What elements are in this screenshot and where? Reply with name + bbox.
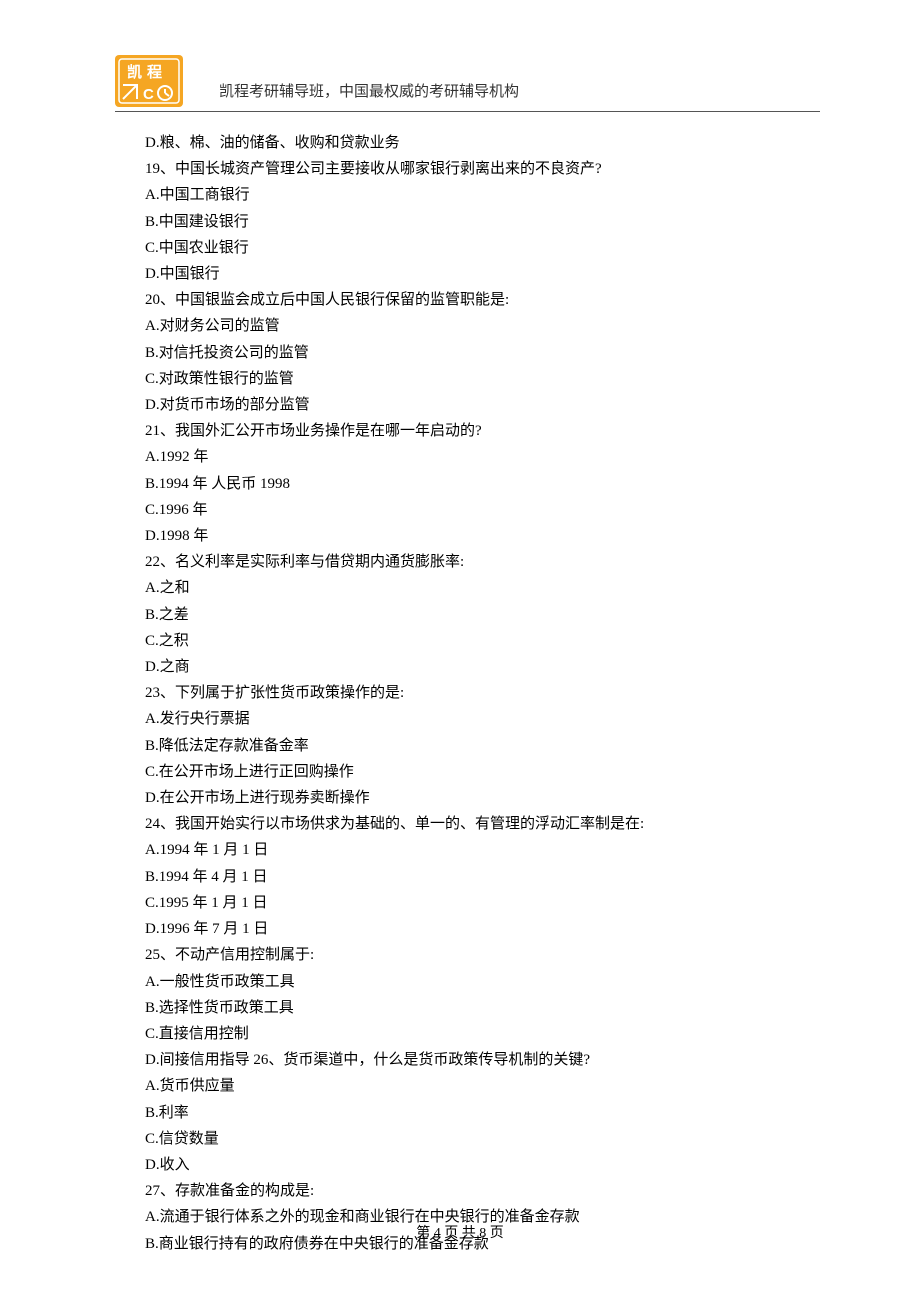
text-line: A.1992 年 <box>145 444 820 470</box>
text-line: A.之和 <box>145 575 820 601</box>
text-line: D.间接信用指导 26、货币渠道中，什么是货币政策传导机制的关键? <box>145 1047 820 1073</box>
text-line: 27、存款准备金的构成是: <box>145 1178 820 1204</box>
text-line: 19、中国长城资产管理公司主要接收从哪家银行剥离出来的不良资产? <box>145 156 820 182</box>
text-line: C.之积 <box>145 628 820 654</box>
svg-text:凯: 凯 <box>127 63 142 81</box>
text-line: 23、下列属于扩张性货币政策操作的是: <box>145 680 820 706</box>
text-line: D.1998 年 <box>145 523 820 549</box>
page-footer: 第 4 页 共 8 页 <box>0 1222 920 1242</box>
text-line: C.在公开市场上进行正回购操作 <box>145 759 820 785</box>
page-number: 第 4 页 共 8 页 <box>416 1226 504 1241</box>
text-line: D.之商 <box>145 654 820 680</box>
text-line: D.收入 <box>145 1152 820 1178</box>
text-line: A.1994 年 1 月 1 日 <box>145 837 820 863</box>
svg-text:程: 程 <box>147 64 162 81</box>
page-header: 凯 程 C 凯程考研辅导班，中国最权威的考研辅导机构 <box>0 55 920 111</box>
text-line: 21、我国外汇公开市场业务操作是在哪一年启动的? <box>145 418 820 444</box>
text-line: C.1995 年 1 月 1 日 <box>145 890 820 916</box>
header-tagline: 凯程考研辅导班，中国最权威的考研辅导机构 <box>219 80 519 107</box>
text-line: C.1996 年 <box>145 497 820 523</box>
text-line: D.粮、棉、油的储备、收购和贷款业务 <box>145 130 820 156</box>
text-line: B.中国建设银行 <box>145 209 820 235</box>
document-page: 凯 程 C 凯程考研辅导班，中国最权威的考研辅导机构 D.粮、棉、油的储备、收购… <box>0 0 920 1302</box>
text-line: A.一般性货币政策工具 <box>145 969 820 995</box>
text-line: A.对财务公司的监管 <box>145 313 820 339</box>
document-body: D.粮、棉、油的储备、收购和贷款业务 19、中国长城资产管理公司主要接收从哪家银… <box>0 112 920 1257</box>
text-line: 25、不动产信用控制属于: <box>145 942 820 968</box>
text-line: C.直接信用控制 <box>145 1021 820 1047</box>
text-line: A.发行央行票据 <box>145 706 820 732</box>
text-line: A.货币供应量 <box>145 1073 820 1099</box>
text-line: B.1994 年 人民币 1998 <box>145 471 820 497</box>
text-line: 20、中国银监会成立后中国人民银行保留的监管职能是: <box>145 287 820 313</box>
text-line: A.中国工商银行 <box>145 182 820 208</box>
text-line: D.在公开市场上进行现券卖断操作 <box>145 785 820 811</box>
text-line: D.中国银行 <box>145 261 820 287</box>
text-line: B.利率 <box>145 1100 820 1126</box>
text-line: C.信贷数量 <box>145 1126 820 1152</box>
text-line: D.1996 年 7 月 1 日 <box>145 916 820 942</box>
text-line: D.对货币市场的部分监管 <box>145 392 820 418</box>
text-line: B.对信托投资公司的监管 <box>145 340 820 366</box>
text-line: B.之差 <box>145 602 820 628</box>
text-line: 24、我国开始实行以市场供求为基础的、单一的、有管理的浮动汇率制是在: <box>145 811 820 837</box>
text-line: 22、名义利率是实际利率与借贷期内通货膨胀率: <box>145 549 820 575</box>
svg-text:C: C <box>143 86 154 103</box>
text-line: C.对政策性银行的监管 <box>145 366 820 392</box>
text-line: B.1994 年 4 月 1 日 <box>145 864 820 890</box>
text-line: B.选择性货币政策工具 <box>145 995 820 1021</box>
text-line: B.降低法定存款准备金率 <box>145 733 820 759</box>
brand-logo: 凯 程 C <box>115 55 183 107</box>
text-line: C.中国农业银行 <box>145 235 820 261</box>
